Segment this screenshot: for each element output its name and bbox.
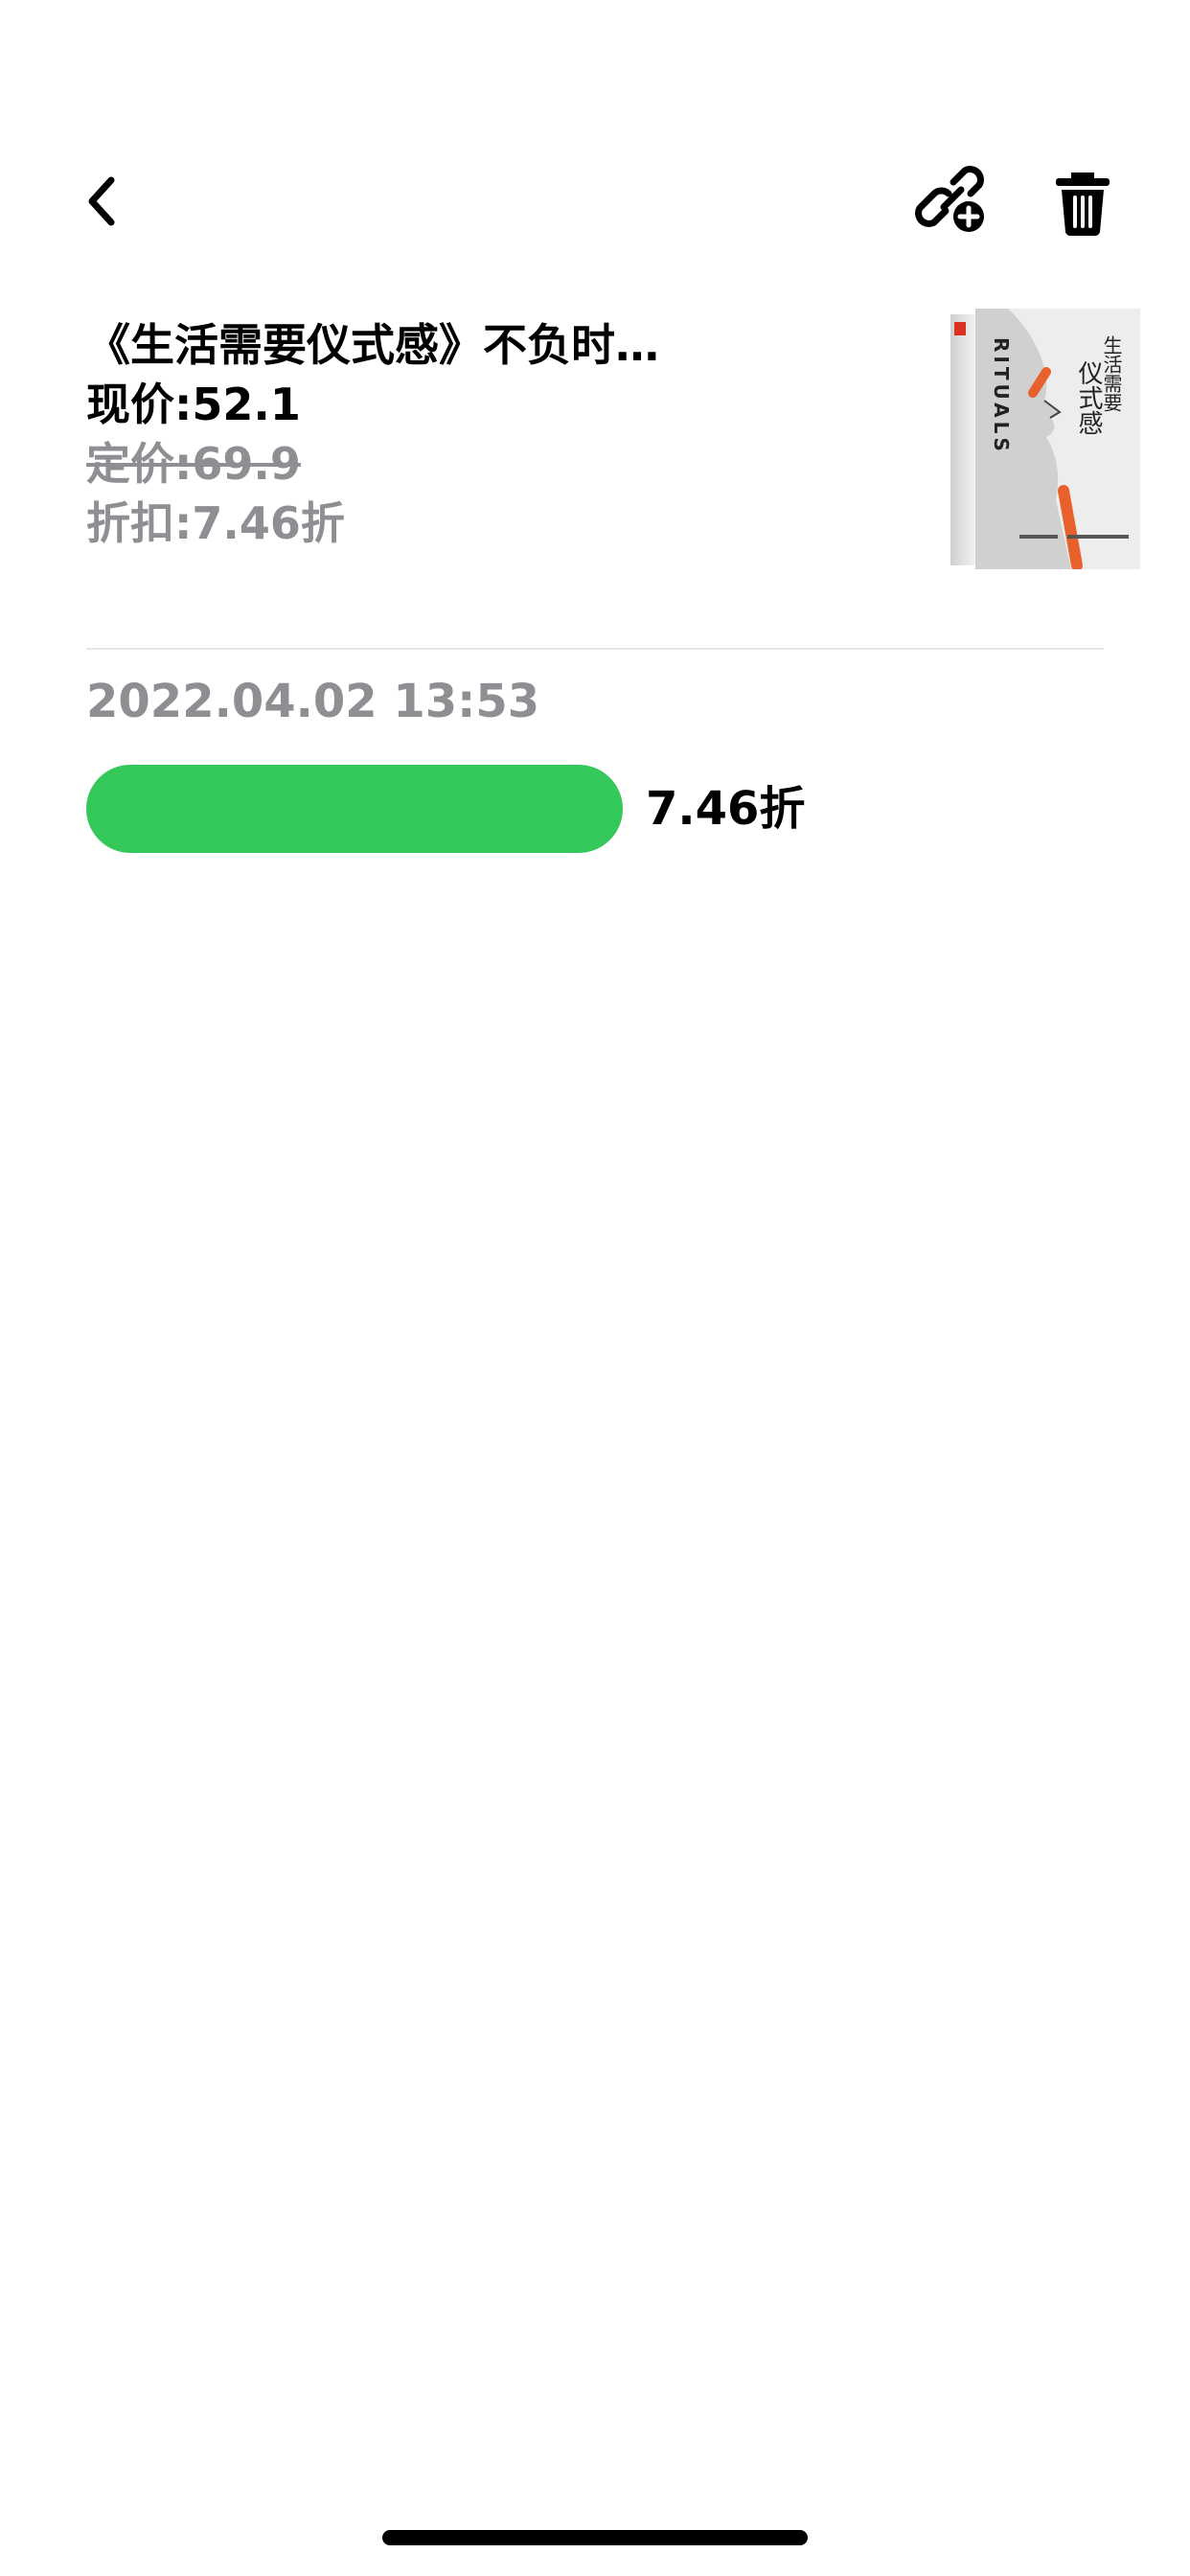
divider	[86, 648, 1104, 650]
home-indicator	[382, 2530, 808, 2545]
delete-button[interactable]	[1044, 163, 1121, 240]
top-nav	[0, 163, 1190, 240]
product-title: 《生活需要仪式感》不负时…	[86, 319, 659, 371]
discount-rate: 折扣:7.46折	[86, 497, 345, 549]
current-price: 现价:52.1	[86, 379, 301, 430]
discount-bar-label: 7.46折	[646, 782, 806, 836]
svg-text:生活需要: 生活需要	[1100, 335, 1123, 412]
svg-text:RITUALS: RITUALS	[990, 337, 1013, 455]
svg-text:仪式感: 仪式感	[1074, 360, 1103, 435]
product-card: 《生活需要仪式感》不负时… 现价:52.1 定价:69.9 折扣:7.46折 R…	[86, 309, 1140, 569]
discount-history-row: 7.46折	[86, 765, 1104, 853]
back-button[interactable]	[77, 172, 134, 230]
book-cover-image: RITUALS 生活需要 仪式感	[950, 309, 1140, 569]
list-price: 定价:69.9	[86, 438, 301, 490]
history-timestamp: 2022.04.02 13:53	[86, 675, 540, 728]
link-plus-icon	[915, 166, 984, 232]
discount-bar-track	[86, 765, 623, 853]
trash-icon	[1056, 172, 1110, 237]
chevron-left-icon	[88, 176, 115, 226]
add-link-button[interactable]	[915, 163, 992, 240]
discount-bar	[86, 765, 623, 853]
